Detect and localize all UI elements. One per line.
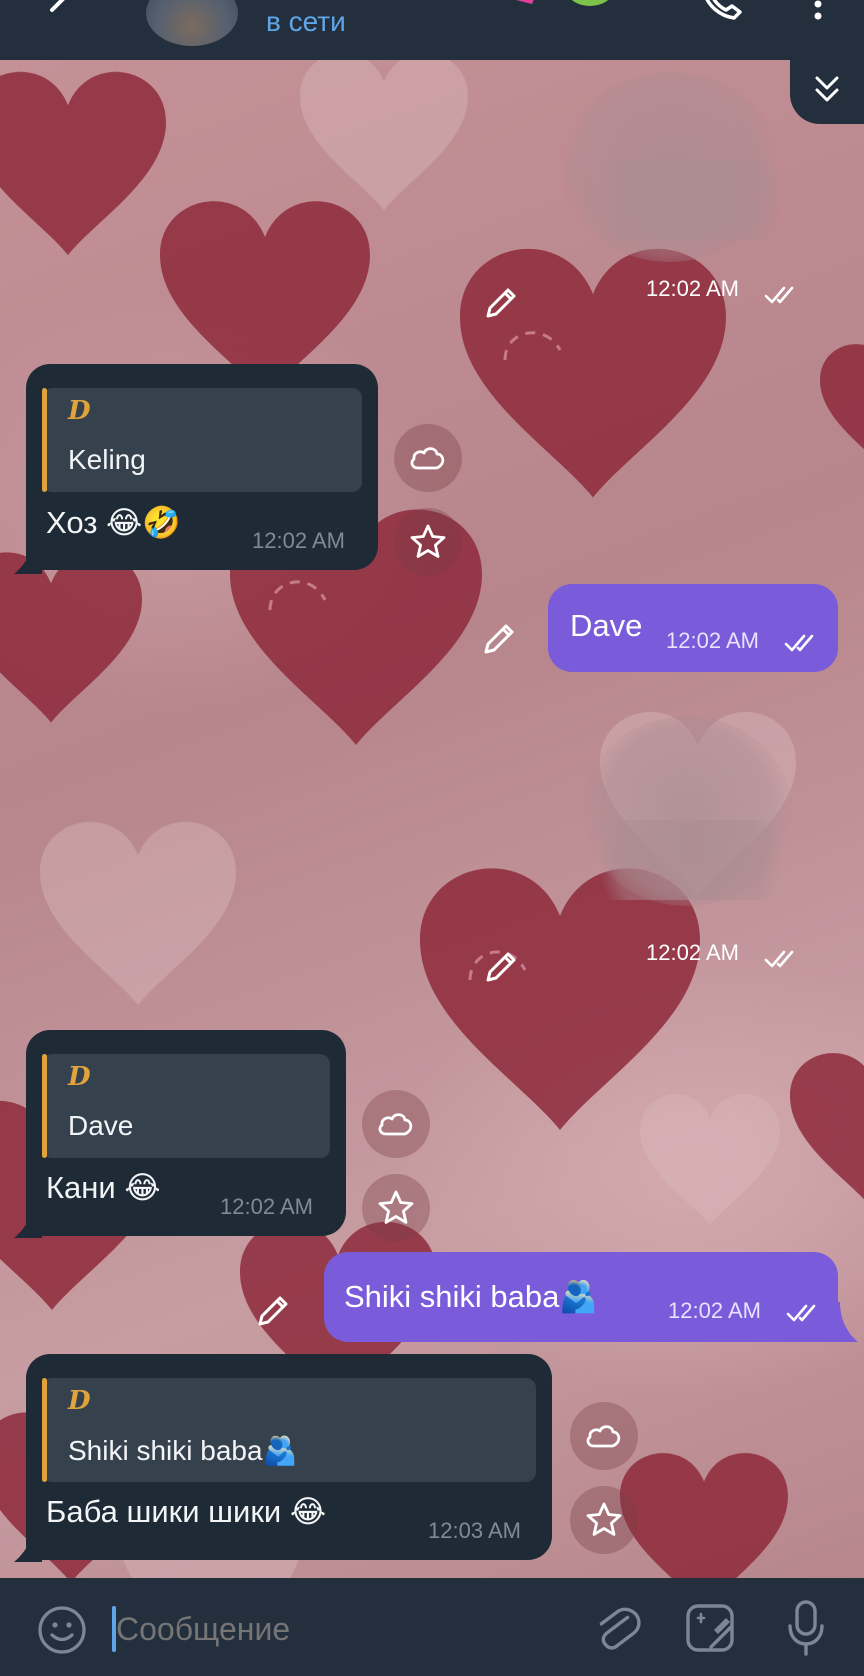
reply-preview[interactable]: D Keling [42,388,362,492]
message-time: 12:02 AM [646,940,739,965]
save-to-cloud-button[interactable] [570,1402,638,1470]
message-input[interactable] [116,1604,516,1654]
star-icon [586,1502,622,1536]
message-text: Shiki shiki baba🫂 [344,1279,598,1314]
scroll-to-bottom-button[interactable] [790,58,864,124]
message-text: Кани 😂 [46,1170,161,1205]
save-to-cloud-button[interactable] [362,1090,430,1158]
edit-icon[interactable] [252,1290,294,1332]
reply-author: D [68,396,91,426]
avatar[interactable] [146,0,238,46]
favorite-button[interactable] [394,508,462,576]
cloud-icon [410,447,445,470]
reply-accent-bar [42,1054,47,1158]
reply-accent-bar [42,1378,47,1482]
cloud-icon [586,1425,621,1448]
reply-text: Shiki shiki baba🫂 [68,1435,298,1466]
chat-header: в сети [0,0,864,60]
emoji-icon[interactable] [36,1604,88,1656]
reply-text: Dave [68,1110,134,1141]
cloud-icon [378,1113,413,1136]
reply-preview[interactable]: D Dave [42,1054,330,1158]
incoming-message[interactable]: D Dave Кани 😂 12:02 AM [26,1030,346,1236]
outgoing-message[interactable]: Dave 12:02 AM [548,584,838,672]
favorite-button[interactable] [570,1486,638,1554]
message-text: Dave [570,608,643,643]
chevron-double-down-icon [815,76,839,102]
online-status: в сети [266,6,346,37]
call-icon[interactable] [700,0,744,22]
double-check-icon [764,950,794,968]
sticker-shadow [575,820,805,900]
star-icon [410,524,446,558]
more-icon[interactable] [808,0,828,24]
attach-icon[interactable] [592,1600,642,1656]
favorite-button[interactable] [362,1174,430,1242]
edit-icon[interactable] [480,946,522,988]
outgoing-message[interactable]: Shiki shiki baba🫂 12:02 AM [324,1252,838,1342]
message-text: Баба шики шики 😂 [46,1494,327,1529]
reply-author: D [68,1062,91,1092]
message-time: 12:02 AM [666,628,759,653]
message-time: 12:02 AM [220,1194,313,1219]
mic-icon[interactable] [784,1598,828,1658]
edit-icon[interactable] [478,618,520,660]
message-time: 12:02 AM [668,1298,761,1323]
message-text: Хоз 😂🤣 [46,505,181,540]
incoming-message[interactable]: D Shiki shiki baba🫂 Баба шики шики 😂 12:… [26,1354,552,1560]
message-time: 12:02 AM [646,276,739,301]
message-time: 12:02 AM [252,528,345,553]
star-icon [378,1190,414,1224]
sticker-icon[interactable] [684,1600,738,1656]
sticker-shadow [575,160,805,240]
double-check-icon [784,634,814,652]
reply-author: D [68,1386,91,1416]
back-arrow-icon[interactable] [40,0,80,30]
incoming-message[interactable]: D Keling Хоз 😂🤣 12:02 AM [26,364,378,570]
double-check-icon [786,1304,816,1322]
reply-accent-bar [42,388,47,492]
double-check-icon [764,286,794,304]
message-time: 12:03 AM [428,1518,521,1543]
bubble-tail [834,1302,858,1342]
reply-text: Keling [68,444,146,475]
reply-preview[interactable]: D Shiki shiki baba🫂 [42,1378,536,1482]
title-emoji-icon [516,0,609,6]
message-composer [0,1578,864,1676]
save-to-cloud-button[interactable] [394,424,462,492]
edit-icon[interactable] [480,282,522,324]
